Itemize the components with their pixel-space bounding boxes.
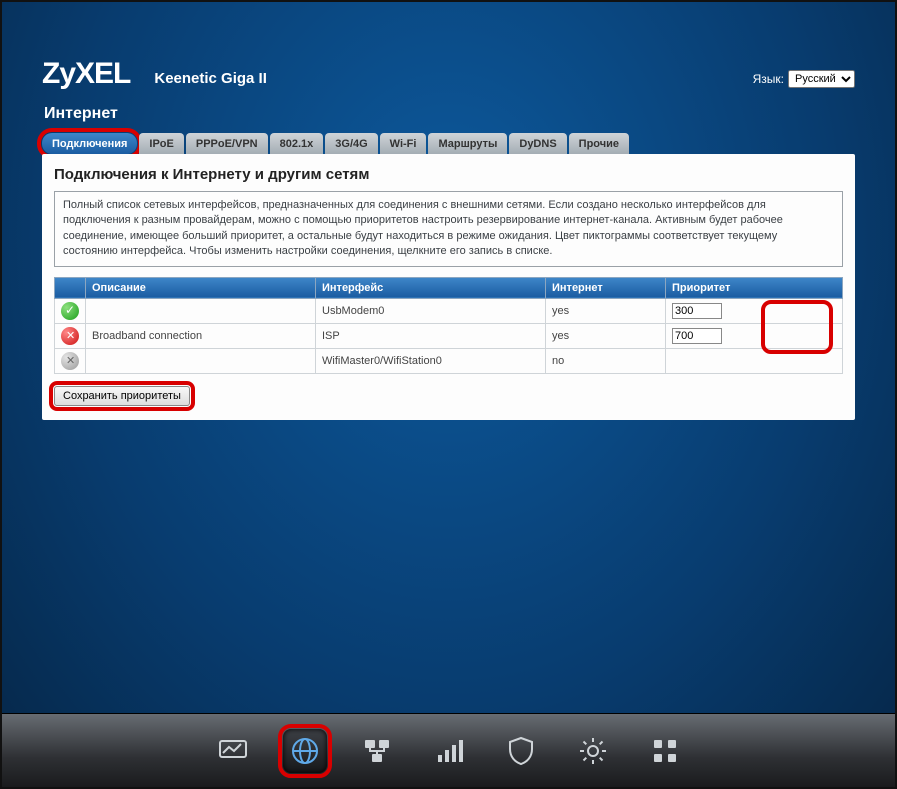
tab-ipoe[interactable]: IPoE	[139, 133, 183, 154]
monitor-icon	[217, 735, 249, 767]
nav-security[interactable]	[499, 729, 543, 773]
gear-icon	[577, 735, 609, 767]
language-label: Язык:	[753, 72, 784, 86]
tab-pppoe[interactable]: PPPoE/VPN	[186, 133, 268, 154]
model-name: Keenetic Giga II	[154, 70, 267, 87]
col-description: Описание	[86, 277, 316, 298]
panel-description: Полный список сетевых интерфейсов, предн…	[54, 191, 843, 267]
col-interface: Интерфейс	[316, 277, 546, 298]
table-row[interactable]: UsbModem0 yes	[55, 298, 843, 323]
col-priority: Приоритет	[666, 277, 843, 298]
nav-signal[interactable]	[427, 729, 471, 773]
tab-dydns[interactable]: DyDNS	[509, 133, 566, 154]
status-off-icon	[61, 352, 79, 370]
nav-internet[interactable]	[283, 729, 327, 773]
tab-wifi[interactable]: Wi-Fi	[380, 133, 427, 154]
table-row[interactable]: Broadband connection ISP yes	[55, 323, 843, 348]
nav-apps[interactable]	[643, 729, 687, 773]
tab-routes[interactable]: Маршруты	[428, 133, 507, 154]
nav-settings[interactable]	[571, 729, 615, 773]
language-selector: Язык: Русский	[753, 70, 855, 88]
nav-monitor[interactable]	[211, 729, 255, 773]
row-iface: UsbModem0	[316, 298, 546, 323]
header-bar: ZyXEL Keenetic Giga II Язык: Русский	[42, 57, 855, 91]
signal-icon	[433, 735, 465, 767]
panel-heading: Подключения к Интернету и другим сетям	[54, 166, 843, 183]
col-status	[55, 277, 86, 298]
status-error-icon	[61, 327, 79, 345]
tab-3g4g[interactable]: 3G/4G	[325, 133, 377, 154]
tab-other[interactable]: Прочие	[569, 133, 629, 154]
connections-table: Описание Интерфейс Интернет Приоритет Us…	[54, 277, 843, 374]
row-inet: yes	[546, 298, 666, 323]
save-priorities-button[interactable]: Сохранить приоритеты	[54, 386, 190, 406]
nav-network[interactable]	[355, 729, 399, 773]
bottom-nav	[2, 713, 895, 787]
table-row[interactable]: WifiMaster0/WifiStation0 no	[55, 348, 843, 373]
row-iface: WifiMaster0/WifiStation0	[316, 348, 546, 373]
row-desc	[86, 348, 316, 373]
content-panel: Подключения к Интернету и другим сетям П…	[42, 154, 855, 420]
tab-bar: Подключения IPoE PPPoE/VPN 802.1x 3G/4G …	[42, 133, 855, 154]
tab-connections[interactable]: Подключения	[42, 133, 137, 154]
status-ok-icon	[61, 302, 79, 320]
globe-icon	[289, 735, 321, 767]
row-desc	[86, 298, 316, 323]
logo: ZyXEL	[42, 57, 130, 91]
row-inet: no	[546, 348, 666, 373]
app-screen: ZyXEL Keenetic Giga II Язык: Русский Инт…	[0, 0, 897, 789]
row-desc: Broadband connection	[86, 323, 316, 348]
priority-input[interactable]	[672, 303, 722, 319]
row-iface: ISP	[316, 323, 546, 348]
language-select[interactable]: Русский	[788, 70, 855, 88]
tab-8021x[interactable]: 802.1x	[270, 133, 324, 154]
priority-input[interactable]	[672, 328, 722, 344]
page-title: Интернет	[44, 105, 853, 123]
apps-icon	[649, 735, 681, 767]
row-inet: yes	[546, 323, 666, 348]
col-internet: Интернет	[546, 277, 666, 298]
network-icon	[361, 735, 393, 767]
shield-icon	[505, 735, 537, 767]
